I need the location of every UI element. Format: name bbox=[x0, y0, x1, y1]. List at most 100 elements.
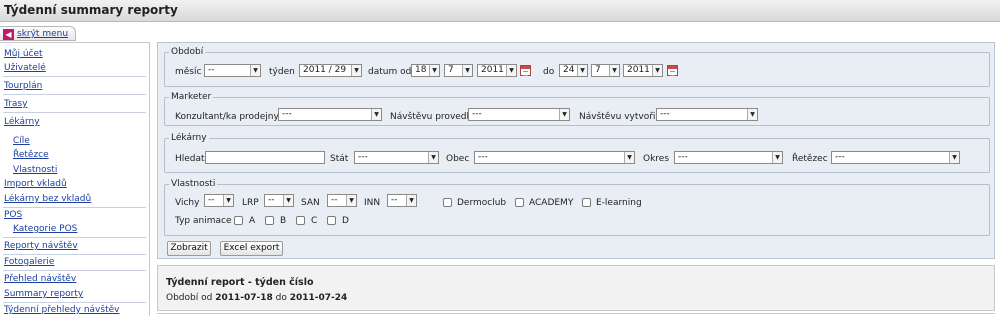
week-label: týden bbox=[269, 67, 295, 77]
sidebar-item-users[interactable]: Uživatelé bbox=[4, 63, 46, 73]
visit-done-select[interactable]: --- ▼ bbox=[468, 108, 570, 121]
chevron-down-icon: ▼ bbox=[428, 152, 438, 163]
to-month-select[interactable]: 7 ▼ bbox=[591, 64, 620, 77]
from-day-select[interactable]: 18 ▼ bbox=[411, 64, 440, 77]
title-bar: Týdenní summary reporty bbox=[0, 0, 1000, 22]
page-title: Týdenní summary reporty bbox=[4, 3, 178, 17]
sidebar: Můj účet Uživatelé Tourplán Trasy Lékárn… bbox=[0, 42, 150, 316]
sidebar-item-pharmacies-without-deposits[interactable]: Lékárny bez vkladů bbox=[4, 194, 91, 204]
chevron-down-icon: ▼ bbox=[283, 195, 293, 206]
visit-created-label: Návštěvu vytvořil bbox=[579, 112, 658, 122]
animation-a-label: A bbox=[249, 216, 256, 226]
sidebar-divider bbox=[3, 94, 146, 95]
sidebar-item-tourplan[interactable]: Tourplán bbox=[4, 81, 42, 91]
report-summary: Týdenní report - týden číslo Období od 2… bbox=[157, 265, 995, 311]
sidebar-divider bbox=[3, 270, 146, 271]
consultant-label: Konzultant/ka prodejny bbox=[175, 112, 279, 122]
properties-legend: Vlastnosti bbox=[171, 179, 216, 189]
marketer-legend: Marketer bbox=[171, 92, 212, 102]
sidebar-item-photo-gallery[interactable]: Fotogalerie bbox=[4, 257, 54, 267]
vichy-select[interactable]: -- ▼ bbox=[204, 194, 234, 207]
chevron-down-icon: ▼ bbox=[559, 109, 569, 120]
animation-type-label: Typ animace bbox=[175, 216, 232, 226]
chevron-down-icon: ▼ bbox=[577, 65, 587, 76]
report-period: Období od 2011-07-18 do 2011-07-24 bbox=[166, 293, 348, 303]
elearning-label: E-learning bbox=[596, 198, 642, 208]
period-to: 2011-07-24 bbox=[289, 293, 348, 303]
animation-c-label: C bbox=[311, 216, 318, 226]
chain-select[interactable]: --- ▼ bbox=[831, 151, 960, 164]
chevron-down-icon: ▼ bbox=[624, 152, 634, 163]
sidebar-item-pharmacies[interactable]: Lékárny bbox=[4, 117, 40, 127]
sidebar-item-import-deposits[interactable]: Import vkladů bbox=[4, 179, 67, 189]
chevron-down-icon: ▼ bbox=[949, 152, 959, 163]
animation-d-checkbox[interactable] bbox=[327, 216, 336, 225]
state-select[interactable]: --- ▼ bbox=[354, 151, 439, 164]
sidebar-divider bbox=[3, 76, 146, 77]
sidebar-item-weekly-visit-overviews[interactable]: Týdenní přehledy návštěv bbox=[4, 305, 119, 315]
san-label: SAN bbox=[301, 198, 320, 208]
district-label: Okres bbox=[643, 154, 670, 164]
elearning-checkbox[interactable] bbox=[582, 198, 591, 207]
sidebar-divider bbox=[3, 237, 146, 238]
consultant-select[interactable]: --- ▼ bbox=[278, 108, 382, 121]
lrp-label: LRP bbox=[242, 198, 259, 208]
sidebar-item-my-account[interactable]: Můj účet bbox=[4, 49, 43, 59]
chevron-down-icon: ▼ bbox=[250, 65, 260, 76]
arrow-left-icon: ◀ bbox=[3, 29, 14, 40]
to-year-select[interactable]: 2011 ▼ bbox=[623, 64, 663, 77]
chevron-down-icon: ▼ bbox=[371, 109, 381, 120]
sidebar-item-properties[interactable]: Vlastnosti bbox=[13, 165, 57, 175]
animation-d-label: D bbox=[342, 216, 349, 226]
animation-a-checkbox[interactable] bbox=[234, 216, 243, 225]
report-title: Týdenní report - týden číslo bbox=[166, 277, 314, 288]
chevron-down-icon: ▼ bbox=[506, 65, 516, 76]
sidebar-item-pos[interactable]: POS bbox=[4, 210, 22, 220]
sidebar-divider bbox=[3, 254, 146, 255]
week-select[interactable]: 2011 / 29 ▼ bbox=[299, 64, 362, 77]
from-month-select[interactable]: 7 ▼ bbox=[444, 64, 473, 77]
sidebar-item-chains[interactable]: Řetězce bbox=[13, 150, 49, 160]
month-label: měsíc bbox=[175, 67, 202, 77]
sidebar-item-visit-reports[interactable]: Reporty návštěv bbox=[4, 241, 78, 251]
excel-export-button[interactable]: Excel export bbox=[220, 241, 283, 256]
chevron-down-icon: ▼ bbox=[429, 65, 439, 76]
sidebar-item-targets[interactable]: Cíle bbox=[13, 136, 30, 146]
pharmacies-legend: Lékárny bbox=[171, 133, 207, 143]
date-from-label: datum od bbox=[368, 67, 412, 77]
san-select[interactable]: -- ▼ bbox=[327, 194, 357, 207]
chevron-down-icon: ▼ bbox=[747, 109, 757, 120]
hide-menu-link[interactable]: skrýt menu bbox=[17, 29, 68, 39]
hide-menu-tab[interactable]: ◀ skrýt menu bbox=[0, 26, 76, 41]
academy-checkbox[interactable] bbox=[515, 198, 524, 207]
visit-created-select[interactable]: --- ▼ bbox=[656, 108, 758, 121]
chevron-down-icon: ▼ bbox=[351, 65, 361, 76]
from-year-select[interactable]: 2011 ▼ bbox=[477, 64, 517, 77]
filter-panel: Období měsíc -- ▼ týden 2011 / 29 ▼ datum … bbox=[157, 42, 995, 259]
inn-label: INN bbox=[364, 198, 381, 208]
animation-c-checkbox[interactable] bbox=[296, 216, 305, 225]
month-select[interactable]: -- ▼ bbox=[204, 64, 261, 77]
show-button[interactable]: Zobrazit bbox=[167, 241, 211, 256]
search-input[interactable] bbox=[205, 151, 325, 164]
municipality-select[interactable]: --- ▼ bbox=[474, 151, 635, 164]
sidebar-item-visit-overview[interactable]: Přehled návštěv bbox=[4, 274, 76, 284]
period-from: 2011-07-18 bbox=[215, 293, 273, 303]
sidebar-item-pos-categories[interactable]: Kategorie POS bbox=[13, 224, 77, 234]
chevron-down-icon: ▼ bbox=[223, 195, 233, 206]
animation-b-label: B bbox=[280, 216, 287, 226]
inn-select[interactable]: -- ▼ bbox=[387, 194, 417, 207]
calendar-icon[interactable] bbox=[520, 65, 531, 76]
properties-fieldset: Vlastnosti bbox=[164, 179, 990, 236]
vichy-label: Vichy bbox=[175, 198, 200, 208]
calendar-icon[interactable] bbox=[667, 65, 678, 76]
dermoclub-checkbox[interactable] bbox=[443, 198, 452, 207]
lrp-select[interactable]: -- ▼ bbox=[264, 194, 294, 207]
animation-b-checkbox[interactable] bbox=[265, 216, 274, 225]
to-day-select[interactable]: 24 ▼ bbox=[559, 64, 588, 77]
sidebar-item-routes[interactable]: Trasy bbox=[4, 99, 27, 109]
search-label: Hledat bbox=[175, 154, 205, 164]
district-select[interactable]: --- ▼ bbox=[674, 151, 783, 164]
sidebar-item-summary-reports[interactable]: Summary reporty bbox=[4, 289, 83, 299]
municipality-label: Obec bbox=[446, 154, 470, 164]
